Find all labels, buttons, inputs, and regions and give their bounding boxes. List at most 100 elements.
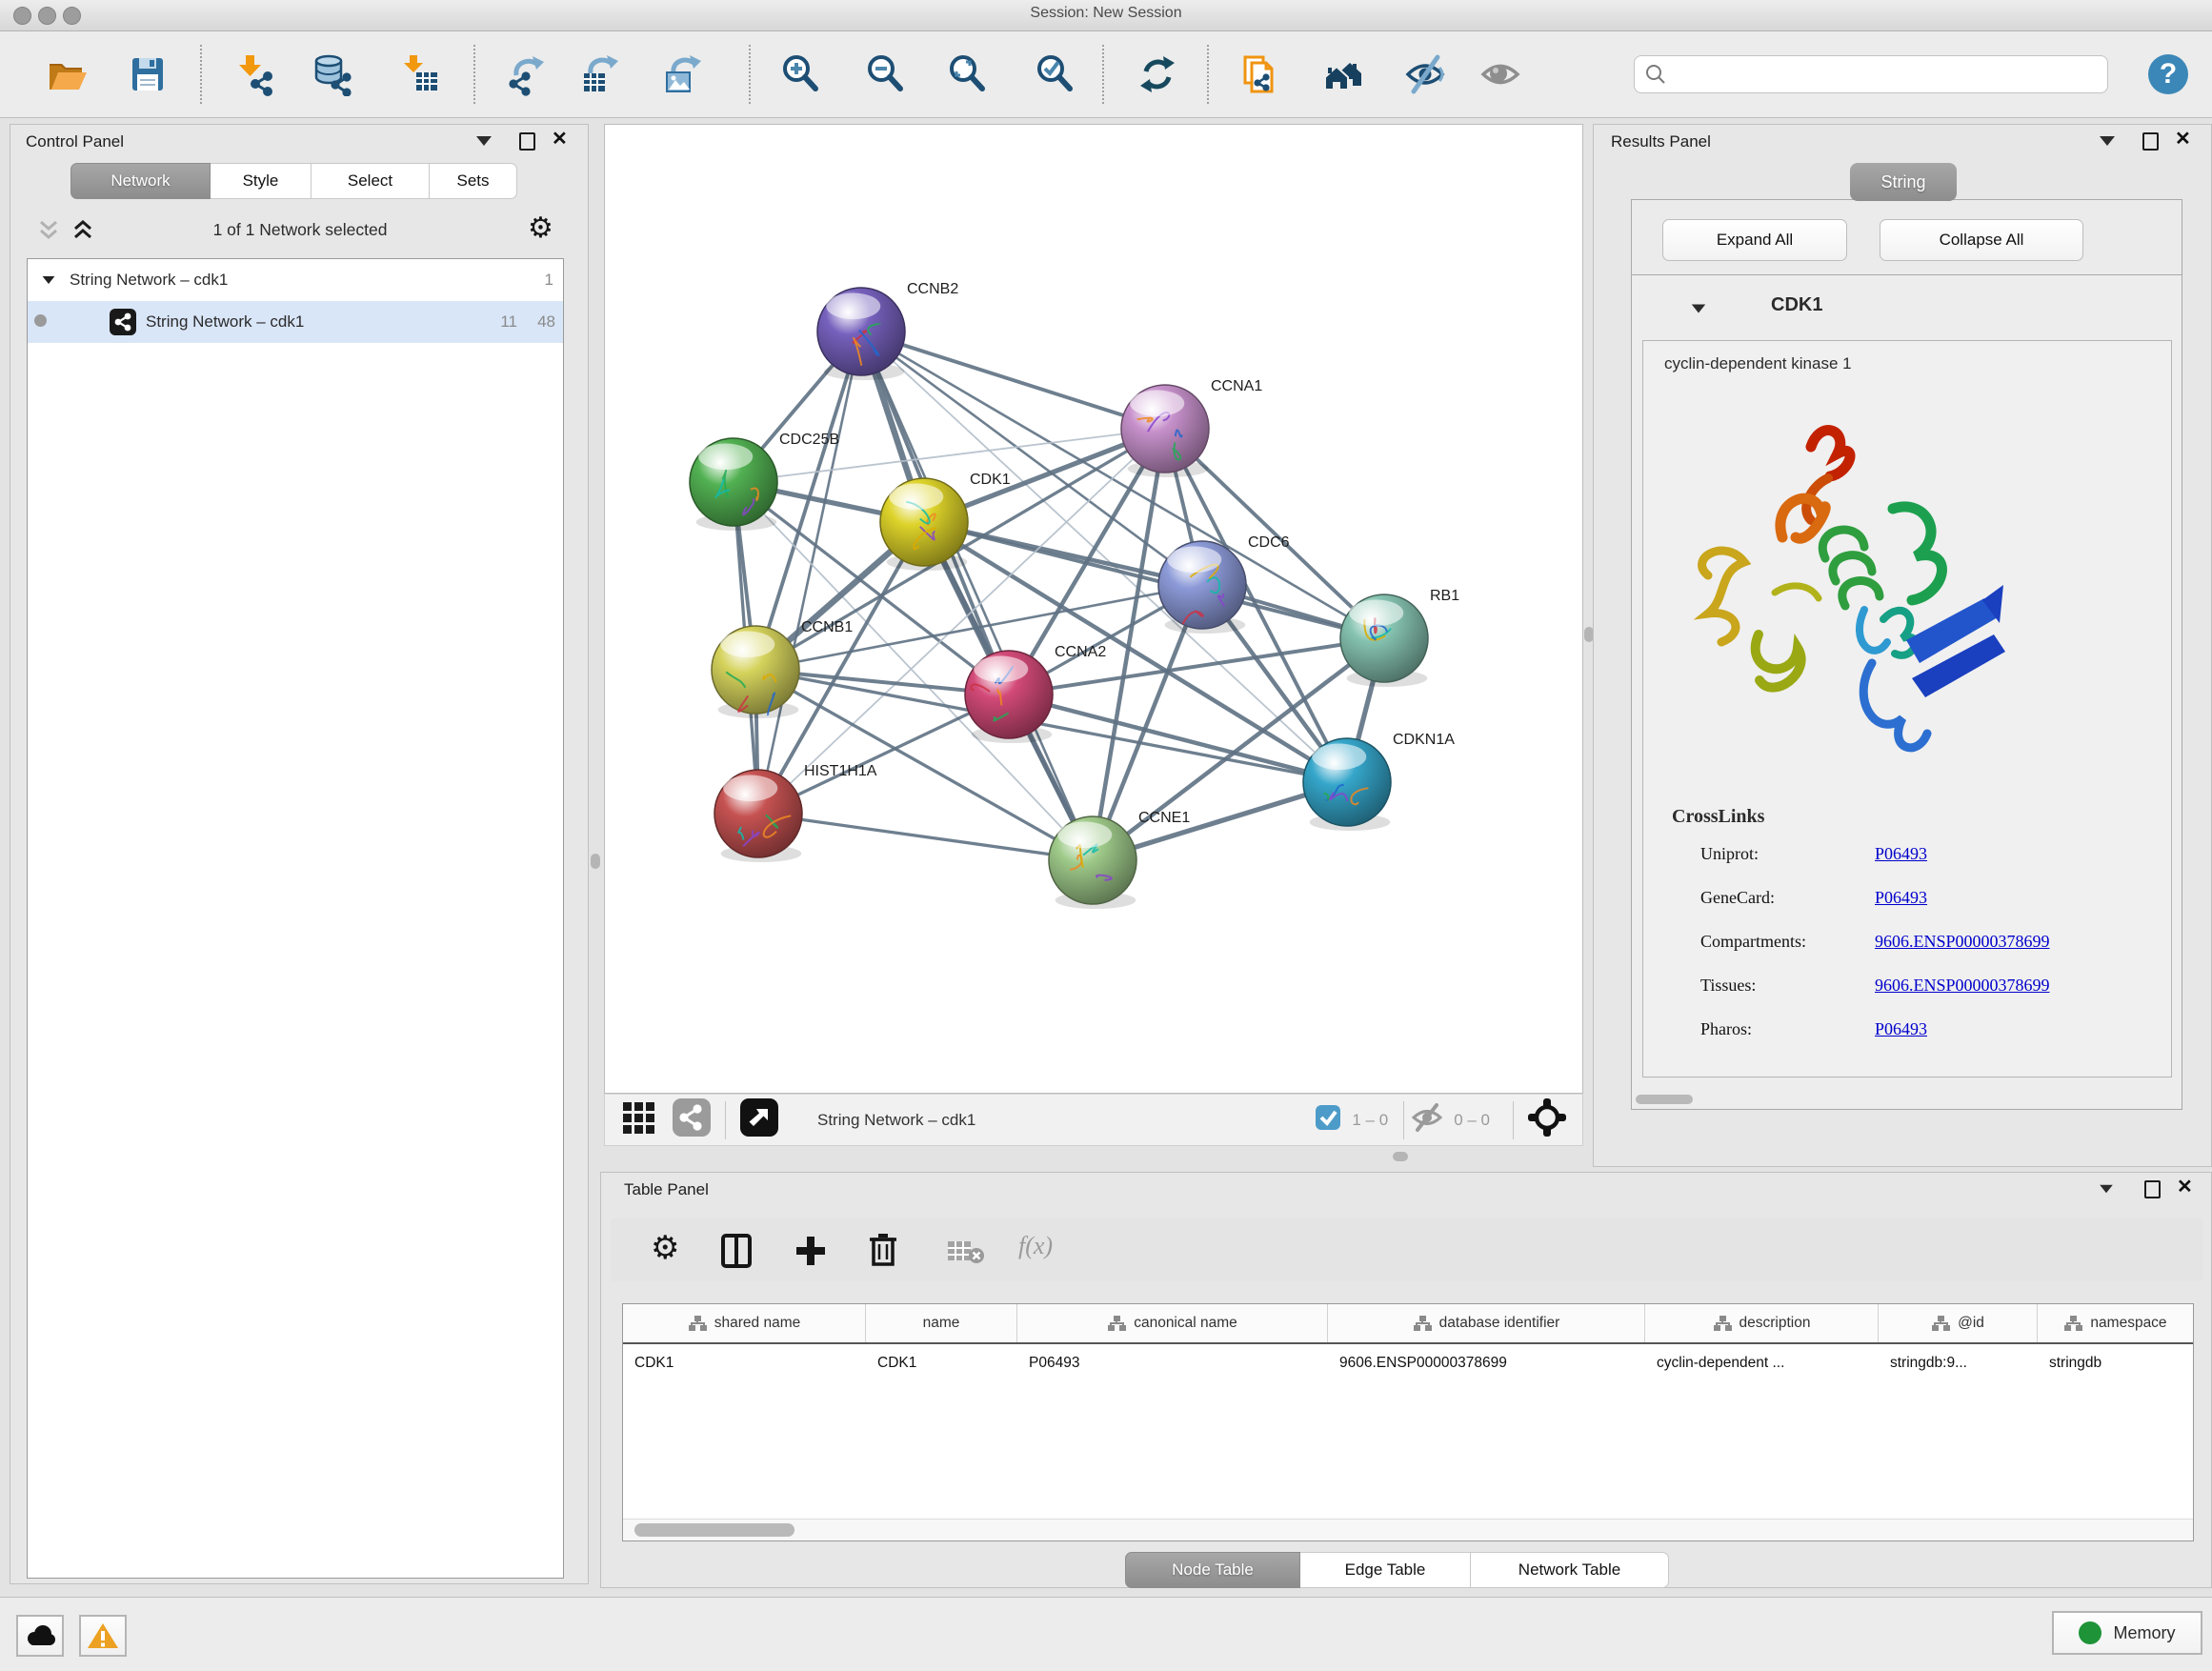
tab-network[interactable]: Network xyxy=(70,163,211,199)
column-header-description[interactable]: description xyxy=(1645,1304,1879,1342)
network-node-CCNB1[interactable]: CCNB1 xyxy=(712,619,853,718)
network-node-CDK1[interactable]: CDK1 xyxy=(880,472,1011,571)
network-edge[interactable] xyxy=(861,332,1093,860)
network-node-CCNB2[interactable]: CCNB2 xyxy=(817,281,958,380)
cell-canonical-name[interactable]: P06493 xyxy=(1017,1344,1328,1382)
column-header-database-identifier[interactable]: database identifier xyxy=(1328,1304,1645,1342)
scrollbar-thumb[interactable] xyxy=(634,1523,794,1537)
refresh-icon[interactable] xyxy=(1136,52,1179,96)
table-options-gear-icon[interactable]: ⚙ xyxy=(651,1234,679,1262)
show-all-eye-icon[interactable] xyxy=(1478,52,1522,96)
column-header-canonical-name[interactable]: canonical name xyxy=(1017,1304,1328,1342)
crosslink-value-link[interactable]: P06493 xyxy=(1875,844,1927,888)
tree-expand-icon[interactable] xyxy=(28,271,56,290)
column-header-name[interactable]: name xyxy=(866,1304,1017,1342)
column-header-namespace[interactable]: namespace xyxy=(2038,1304,2193,1342)
section-collapse-icon[interactable] xyxy=(1692,305,1705,313)
network-node-CCNA2[interactable]: CCNA2 xyxy=(965,644,1106,743)
network-edge[interactable] xyxy=(758,814,1093,860)
horizontal-splitter-handle[interactable] xyxy=(1393,1152,1408,1161)
network-node-CCNE1[interactable]: CCNE1 xyxy=(1049,810,1190,909)
tab-string[interactable]: String xyxy=(1850,163,1957,201)
network-edge[interactable] xyxy=(924,522,1384,638)
panel-close-icon[interactable]: ✕ xyxy=(2175,132,2191,147)
export-image-icon[interactable] xyxy=(662,52,706,96)
network-row[interactable]: String Network – cdk1 11 48 xyxy=(28,301,563,343)
add-column-icon[interactable] xyxy=(792,1232,830,1275)
cloud-status-button[interactable] xyxy=(16,1615,64,1657)
search-input[interactable] xyxy=(1667,65,2090,84)
panel-menu-icon[interactable] xyxy=(2100,136,2115,146)
tab-network-table[interactable]: Network Table xyxy=(1471,1552,1669,1588)
panel-close-icon[interactable]: ✕ xyxy=(552,132,568,147)
left-splitter-handle[interactable] xyxy=(591,854,600,869)
network-node-CDC6[interactable]: CDC6 xyxy=(1158,534,1290,634)
detach-view-icon[interactable] xyxy=(739,1097,779,1142)
import-network-file-icon[interactable] xyxy=(233,52,277,96)
string-home-icon[interactable] xyxy=(1321,52,1365,96)
tab-sets[interactable]: Sets xyxy=(430,163,517,199)
crosslink-value-link[interactable]: 9606.ENSP00000378699 xyxy=(1875,932,2050,976)
import-table-file-icon[interactable] xyxy=(398,52,442,96)
hidden-eye-icon[interactable] xyxy=(1410,1100,1444,1139)
network-canvas-svg[interactable]: CCNB2CCNA1CDC25BCDK1CDC6RB1CCNB1CCNA2CDK… xyxy=(605,125,1582,1093)
network-edge[interactable] xyxy=(861,332,1165,429)
network-view-canvas[interactable]: CCNB2CCNA1CDC25BCDK1CDC6RB1CCNB1CCNA2CDK… xyxy=(604,124,1583,1094)
network-node-label: CDKN1A xyxy=(1393,732,1455,748)
cell-shared-name[interactable]: CDK1 xyxy=(623,1344,866,1382)
network-node-RB1[interactable]: RB1 xyxy=(1340,588,1459,687)
import-network-database-icon[interactable] xyxy=(311,52,354,96)
crosslink-value-link[interactable]: P06493 xyxy=(1875,1019,1927,1063)
cell-namespace[interactable]: stringdb xyxy=(2038,1344,2193,1382)
collapse-all-button[interactable]: Collapse All xyxy=(1880,219,2083,261)
panel-float-icon[interactable] xyxy=(2144,1180,2161,1198)
cell-description[interactable]: cyclin-dependent ... xyxy=(1645,1344,1879,1382)
panel-menu-icon[interactable] xyxy=(476,136,492,146)
network-collection-row[interactable]: String Network – cdk1 1 xyxy=(28,259,563,301)
export-network-icon[interactable] xyxy=(505,52,549,96)
panel-close-icon[interactable]: ✕ xyxy=(2177,1180,2193,1195)
cell-id[interactable]: stringdb:9... xyxy=(1879,1344,2038,1382)
network-options-gear-icon[interactable]: ⚙ xyxy=(528,214,553,243)
zoom-fit-icon[interactable] xyxy=(945,52,989,96)
grid-view-icon[interactable] xyxy=(620,1098,658,1141)
network-node-CCNA1[interactable]: CCNA1 xyxy=(1121,378,1262,477)
network-node-CDKN1A[interactable]: CDKN1A xyxy=(1303,732,1455,831)
cell-name[interactable]: CDK1 xyxy=(866,1344,1017,1382)
results-scrollbar-thumb[interactable] xyxy=(1636,1095,1693,1104)
table-row[interactable]: CDK1 CDK1 P06493 9606.ENSP00000378699 cy… xyxy=(623,1344,2193,1382)
panel-float-icon[interactable] xyxy=(2142,132,2159,151)
tab-select[interactable]: Select xyxy=(312,163,430,199)
zoom-out-icon[interactable] xyxy=(863,52,907,96)
new-network-from-selection-icon[interactable] xyxy=(1237,52,1281,96)
selected-checkbox-icon[interactable] xyxy=(1314,1103,1342,1137)
expand-all-button[interactable]: Expand All xyxy=(1662,219,1847,261)
show-columns-icon[interactable] xyxy=(717,1232,755,1275)
string-network-badge-icon[interactable] xyxy=(672,1097,712,1142)
table-horizontal-scrollbar[interactable] xyxy=(623,1519,2193,1540)
crosslink-value-link[interactable]: 9606.ENSP00000378699 xyxy=(1875,976,2050,1019)
zoom-selected-icon[interactable] xyxy=(1033,52,1076,96)
warnings-button[interactable] xyxy=(79,1615,127,1657)
crosslink-label: Uniprot: xyxy=(1700,844,1875,888)
column-header-shared-name[interactable]: shared name xyxy=(623,1304,866,1342)
memory-button[interactable]: Memory xyxy=(2052,1611,2202,1655)
export-table-icon[interactable] xyxy=(579,52,623,96)
panel-float-icon[interactable] xyxy=(519,132,535,151)
delete-column-icon[interactable] xyxy=(864,1230,902,1273)
help-icon[interactable]: ? xyxy=(2145,51,2191,102)
save-session-icon[interactable] xyxy=(126,52,170,96)
birdseye-view-icon[interactable] xyxy=(1527,1097,1567,1142)
crosslinks-heading: CrossLinks xyxy=(1672,806,1764,828)
tab-node-table[interactable]: Node Table xyxy=(1125,1552,1300,1588)
tab-edge-table[interactable]: Edge Table xyxy=(1300,1552,1471,1588)
hide-selected-eye-icon[interactable] xyxy=(1403,52,1447,96)
cell-database-identifier[interactable]: 9606.ENSP00000378699 xyxy=(1328,1344,1645,1382)
zoom-in-icon[interactable] xyxy=(778,52,822,96)
crosslink-value-link[interactable]: P06493 xyxy=(1875,888,1927,932)
open-session-icon[interactable] xyxy=(45,52,89,96)
panel-menu-icon[interactable] xyxy=(2100,1185,2113,1194)
network-edge[interactable] xyxy=(758,332,861,814)
column-header-id[interactable]: @id xyxy=(1879,1304,2038,1342)
tab-style[interactable]: Style xyxy=(211,163,312,199)
